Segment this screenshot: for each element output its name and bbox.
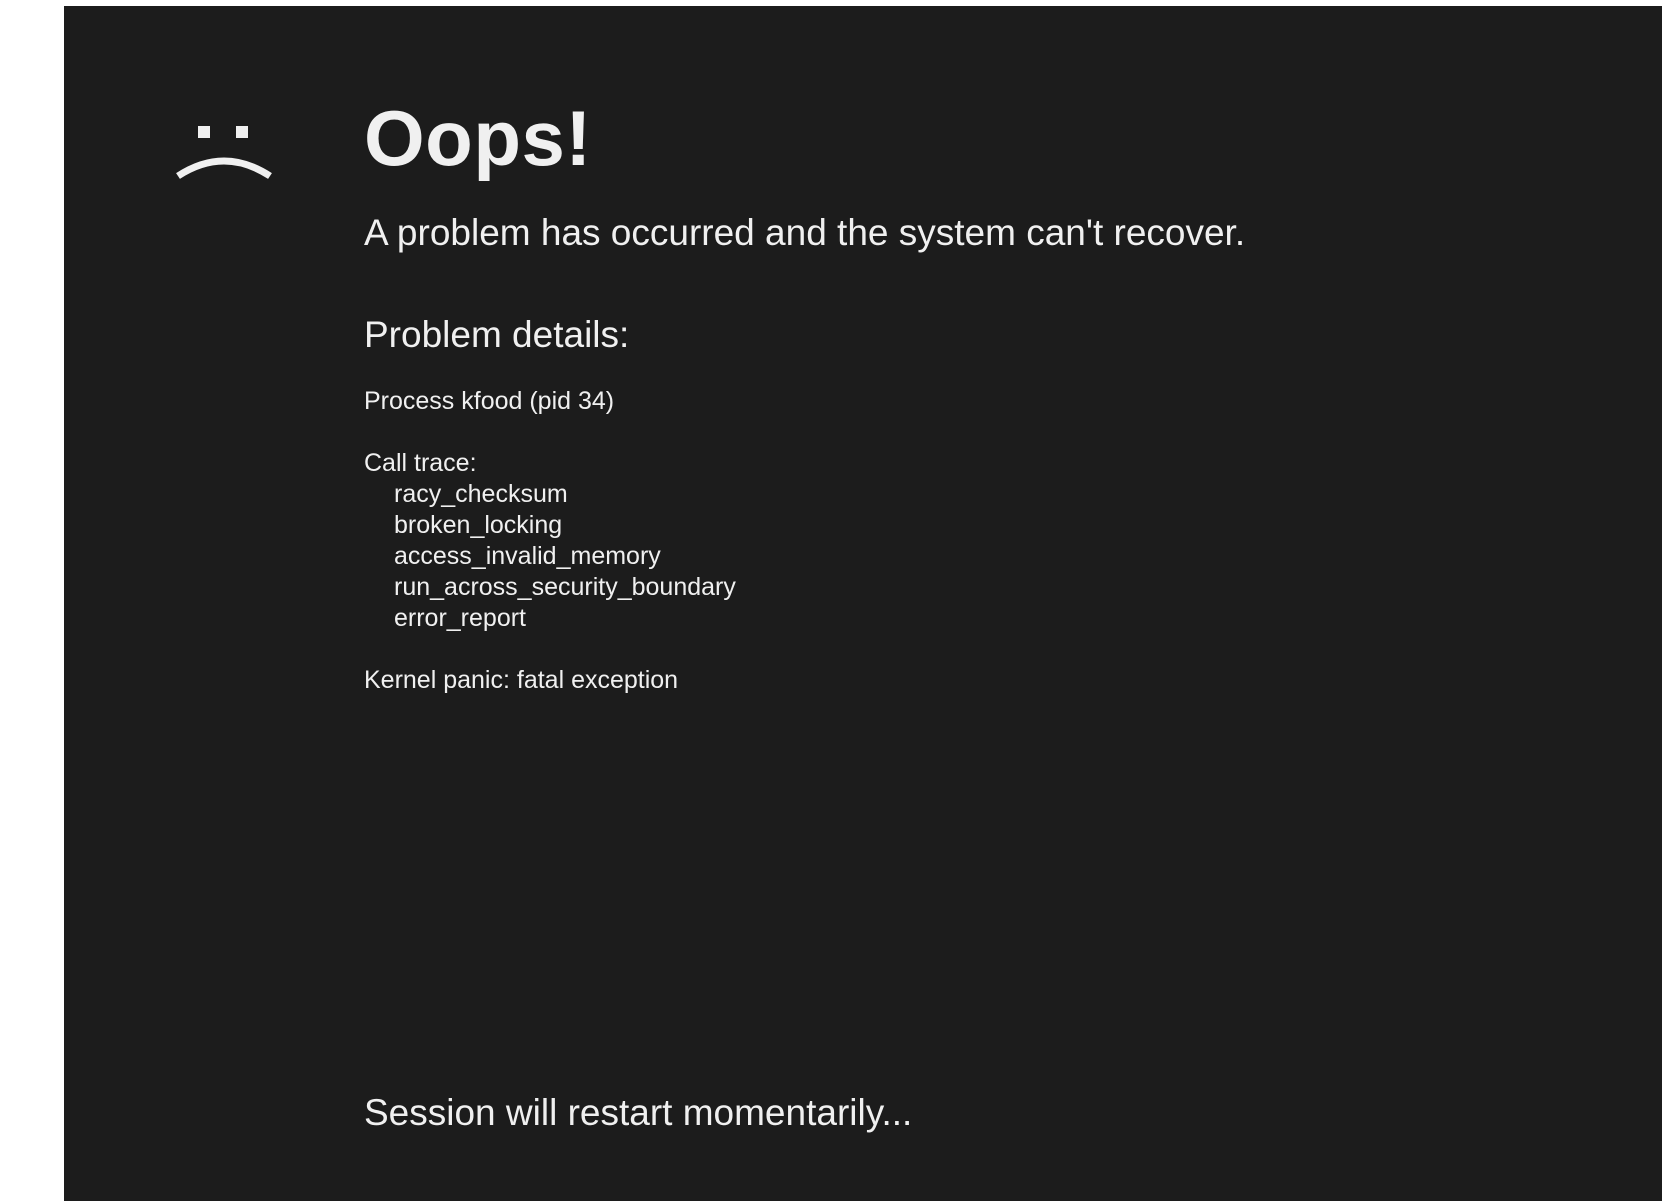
page-title: Oops! xyxy=(364,94,592,182)
problem-details-heading: Problem details: xyxy=(364,314,630,355)
problem-details: Process kfood (pid 34) Call trace: racy_… xyxy=(364,386,736,696)
crash-screen: Oops! A problem has occurred and the sys… xyxy=(64,6,1662,1201)
call-trace-label: Call trace: xyxy=(364,449,477,477)
sad-face-icon xyxy=(176,114,272,182)
call-trace-item: broken_locking xyxy=(394,511,563,539)
kernel-panic-line: Kernel panic: fatal exception xyxy=(364,666,679,694)
call-trace-item: racy_checksum xyxy=(394,480,568,508)
restart-message: Session will restart momentarily... xyxy=(364,1092,913,1133)
error-subtitle: A problem has occurred and the system ca… xyxy=(364,212,1246,253)
process-line: Process kfood (pid 34) xyxy=(364,387,615,415)
call-trace-item: run_across_security_boundary xyxy=(394,573,736,601)
call-trace-item: error_report xyxy=(394,604,526,632)
call-trace-item: access_invalid_memory xyxy=(394,542,661,570)
